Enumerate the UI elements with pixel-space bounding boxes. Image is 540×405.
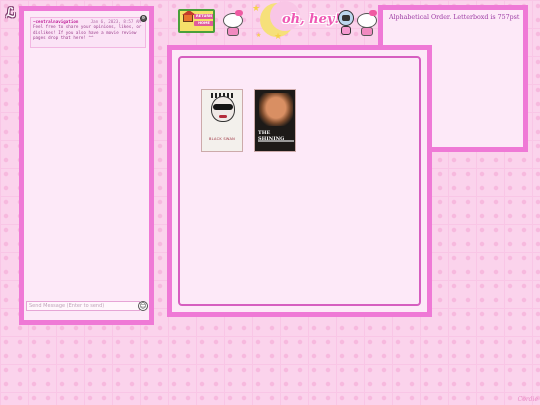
header-banner: RETURN HOME ★ ★ ★ oh, hey! xyxy=(178,1,378,45)
chat-message: ⚙ ~centralnavigation Jan 6, 2023, 8:57 A… xyxy=(30,15,147,48)
house-icon xyxy=(183,14,193,22)
site-logo-icon[interactable]: ℒ xyxy=(6,6,15,21)
poster-title: BLACK SWAN xyxy=(208,137,236,141)
hello-kitty-icon xyxy=(222,10,244,36)
star-icon: ★ xyxy=(274,32,283,42)
return-home-button[interactable]: RETURN HOME xyxy=(178,9,215,33)
poster-the-shining[interactable]: THE SHINING xyxy=(254,89,296,152)
poster-gallery: BLACK SWAN THE SHINING xyxy=(178,56,421,306)
info-text: Alphabetical Order. Letterboxd is 757pst xyxy=(389,14,520,21)
movies-panel: BLACK SWAN THE SHINING xyxy=(167,45,432,317)
poster-black-swan[interactable]: BLACK SWAN xyxy=(201,89,243,152)
chat-message-text: Feel free to share your opinions, likes,… xyxy=(33,24,142,41)
chat-timestamp: Jan 6, 2023, 8:57 AM xyxy=(90,19,141,24)
banner-title: oh, hey! xyxy=(282,12,341,27)
chat-panel: ⚙ ~centralnavigation Jan 6, 2023, 8:57 A… xyxy=(19,6,154,325)
the-shining-poster-icon xyxy=(259,93,293,126)
gear-icon[interactable]: ⚙ xyxy=(140,15,147,22)
return-home-label-line2: HOME xyxy=(194,21,213,26)
star-icon: ★ xyxy=(252,4,261,14)
emoji-smiley-icon[interactable]: ☺ xyxy=(138,301,148,311)
mascot-icon xyxy=(336,9,356,35)
credit-text: Cordie xyxy=(517,396,538,403)
chat-message-input[interactable] xyxy=(26,301,140,311)
chat-username[interactable]: ~centralnavigation xyxy=(33,19,78,24)
hello-kitty-icon xyxy=(356,10,378,36)
return-home-label-line1: RETURN xyxy=(194,14,213,19)
star-icon: ★ xyxy=(256,32,262,39)
